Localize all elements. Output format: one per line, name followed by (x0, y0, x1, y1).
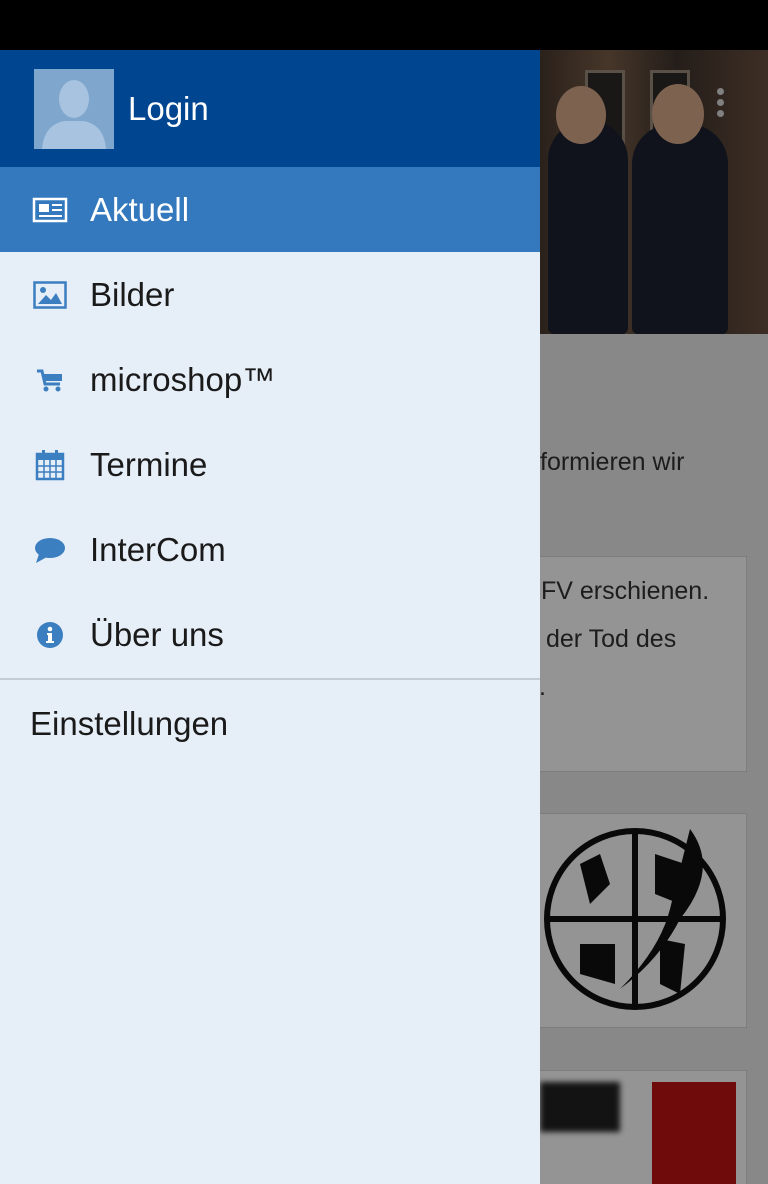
calendar-icon (32, 447, 68, 483)
drawer-header[interactable]: Login (0, 50, 540, 167)
status-bar (0, 0, 768, 50)
user-silhouette-icon (34, 69, 114, 149)
nav-label: microshop™ (90, 360, 276, 398)
newspaper-icon (32, 192, 68, 228)
info-icon (32, 617, 68, 653)
avatar[interactable] (34, 69, 114, 149)
nav-item-bilder[interactable]: Bilder (0, 252, 540, 337)
nav-item-microshop[interactable]: microshop™ (0, 337, 540, 422)
nav-item-intercom[interactable]: InterCom (0, 507, 540, 592)
image-icon (32, 277, 68, 313)
settings-label: Einstellungen (30, 705, 229, 742)
nav-item-aktuell[interactable]: Aktuell (0, 167, 540, 252)
nav-item-termine[interactable]: Termine (0, 422, 540, 507)
cart-icon (32, 362, 68, 398)
nav-label: Über uns (90, 615, 224, 653)
navigation-drawer: Login Aktuell Bilder microshop™ Termine … (0, 50, 540, 1184)
nav-label: Bilder (90, 275, 175, 313)
login-label[interactable]: Login (128, 90, 209, 128)
nav-label: Termine (90, 445, 208, 483)
chat-bubble-icon (32, 532, 68, 568)
nav-item-ueber-uns[interactable]: Über uns (0, 592, 540, 677)
nav-label: Aktuell (90, 190, 190, 228)
settings-item[interactable]: Einstellungen (0, 680, 540, 768)
nav-label: InterCom (90, 530, 226, 568)
